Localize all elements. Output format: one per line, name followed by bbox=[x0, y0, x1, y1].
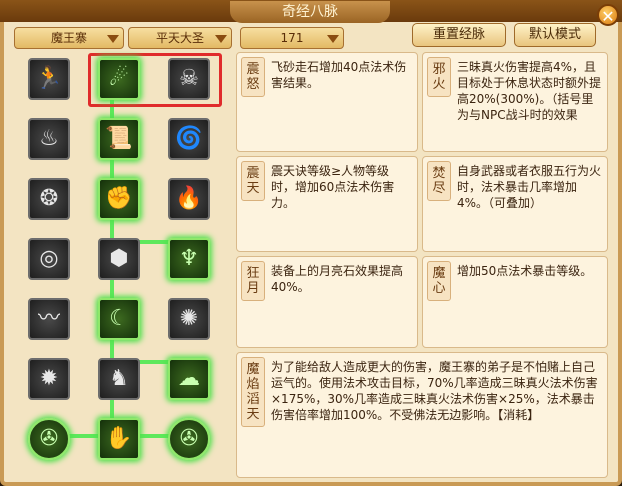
fire-icon: 🔥 bbox=[175, 186, 203, 211]
smoke-icon: ♨ bbox=[39, 126, 59, 151]
skill-description: 为了能给敌人造成更大的伤害，魔王寨的弟子是不怕赌上自己运气的。使用法术攻击目标，… bbox=[271, 360, 598, 422]
meridian-node-r5c2[interactable]: ☾ bbox=[98, 298, 140, 340]
medallion-icon: ◎ bbox=[39, 246, 59, 271]
skill-name: 震怒 bbox=[241, 57, 265, 97]
inferno-icon: ✹ bbox=[39, 366, 59, 391]
blaze-icon: ✺ bbox=[179, 306, 199, 331]
swirl-icon: 🌀 bbox=[175, 126, 203, 151]
meridian-node-r2c2[interactable]: 📜 bbox=[98, 118, 140, 160]
meridian-node-r1c1[interactable]: 🏃 bbox=[28, 58, 70, 100]
skill-card: 震天 震天诀等级≥人物等级时，增加60点法术伤害力。 bbox=[236, 156, 418, 252]
meridian-node-r4c1[interactable]: ◎ bbox=[28, 238, 70, 280]
skill-name: 魔心 bbox=[427, 261, 451, 301]
close-icon[interactable]: ✕ bbox=[597, 4, 619, 26]
meridian-node-r6c2[interactable]: ♞ bbox=[98, 358, 140, 400]
meridian-node-r4c2[interactable]: ⬢ bbox=[98, 238, 140, 280]
sect-value: 魔王寨 bbox=[50, 31, 87, 45]
meridian-node-r1c2[interactable]: ☄ bbox=[98, 58, 140, 100]
spiral-icon: ✇ bbox=[179, 426, 199, 451]
skill-card: 震怒 飞砂走石增加40点法术伤害结果。 bbox=[236, 52, 418, 152]
window-title: 奇经八脉 bbox=[230, 1, 390, 23]
meridian-node-r3c3[interactable]: 🔥 bbox=[168, 178, 210, 220]
skill-description: 增加50点法术暴击等级。 bbox=[457, 264, 593, 278]
flying-stones-icon: ☄ bbox=[109, 66, 129, 91]
skill-name: 焚尽 bbox=[427, 161, 451, 201]
skill-card: 焚尽 自身武器或者衣服五行为火时，法术暴击几率增加4%。（可叠加） bbox=[422, 156, 608, 252]
skill-name: 震天 bbox=[241, 161, 265, 201]
skill-card: 邪火 三昧真火伤害提高4%，且目标处于休息状态时额外提高20%(300%)。（括号… bbox=[422, 52, 608, 152]
meridian-node-r6c3[interactable]: ☁ bbox=[168, 358, 210, 400]
stone-fist-icon: ✊ bbox=[105, 186, 133, 211]
skill-card: 狂月 装备上的月亮石效果提高40%。 bbox=[236, 256, 418, 348]
reset-meridians-button[interactable]: 重置经脉 bbox=[412, 23, 506, 47]
skill-name: 魔焰滔天 bbox=[241, 357, 265, 427]
chevron-down-icon bbox=[215, 35, 227, 43]
meridian-node-r1c3[interactable]: ☠ bbox=[168, 58, 210, 100]
spiral-icon: ✇ bbox=[39, 426, 59, 451]
sect-dropdown[interactable]: 魔王寨 bbox=[14, 27, 124, 49]
chevron-down-icon bbox=[327, 35, 339, 43]
meridian-node-r2c1[interactable]: ♨ bbox=[28, 118, 70, 160]
meridian-node-r5c3[interactable]: ✺ bbox=[168, 298, 210, 340]
beast-icon: ♞ bbox=[109, 366, 129, 391]
school-value: 平天大圣 bbox=[155, 31, 204, 45]
points-dropdown[interactable]: 171 bbox=[240, 27, 344, 49]
skill-card: 魔焰滔天 为了能给敌人造成更大的伤害，魔王寨的弟子是不怕赌上自己运气的。使用法术攻… bbox=[236, 352, 608, 478]
meridian-node-r7c1[interactable]: ✇ bbox=[28, 418, 70, 460]
seal-icon: ❂ bbox=[39, 186, 59, 211]
skill-description: 自身武器或者衣服五行为火时，法术暴击几率增加4%。（可叠加） bbox=[457, 164, 601, 210]
school-dropdown[interactable]: 平天大圣 bbox=[128, 27, 232, 49]
skill-description: 飞砂走石增加40点法术伤害结果。 bbox=[271, 60, 407, 90]
meridian-node-r3c1[interactable]: ❂ bbox=[28, 178, 70, 220]
skill-description: 装备上的月亮石效果提高40%。 bbox=[271, 264, 404, 294]
default-mode-button[interactable]: 默认模式 bbox=[514, 23, 596, 47]
meridian-node-r5c1[interactable]: 〰 bbox=[28, 298, 70, 340]
cloud-icon: ☁ bbox=[178, 366, 200, 391]
meridian-node-r7c3[interactable]: ✇ bbox=[168, 418, 210, 460]
scroll-icon: 📜 bbox=[105, 126, 133, 151]
skill-name: 邪火 bbox=[427, 57, 451, 97]
meridian-node-r3c2[interactable]: ✊ bbox=[98, 178, 140, 220]
chevron-down-icon bbox=[107, 35, 119, 43]
meridian-node-r7c2[interactable]: ✋ bbox=[98, 418, 140, 460]
meridian-node-r4c3[interactable]: ♆ bbox=[168, 238, 210, 280]
running-figure-icon: 🏃 bbox=[35, 66, 63, 91]
points-value: 171 bbox=[280, 31, 304, 45]
flame-wall-icon: ♆ bbox=[179, 246, 199, 271]
rock-icon: ⬢ bbox=[109, 246, 129, 271]
claw-icon: ✋ bbox=[105, 426, 133, 451]
skill-description: 震天诀等级≥人物等级时，增加60点法术伤害力。 bbox=[271, 164, 395, 210]
skill-description: 三昧真火伤害提高4%，且目标处于休息状态时额外提高20%(300%)。（括号里为… bbox=[457, 60, 601, 122]
meridian-node-r6c1[interactable]: ✹ bbox=[28, 358, 70, 400]
serpent-icon: 〰 bbox=[37, 306, 60, 331]
moon-icon: ☾ bbox=[109, 306, 129, 331]
skill-card: 魔心 增加50点法术暴击等级。 bbox=[422, 256, 608, 348]
meridian-node-r2c3[interactable]: 🌀 bbox=[168, 118, 210, 160]
demon-face-icon: ☠ bbox=[179, 66, 199, 91]
skill-name: 狂月 bbox=[241, 261, 265, 301]
